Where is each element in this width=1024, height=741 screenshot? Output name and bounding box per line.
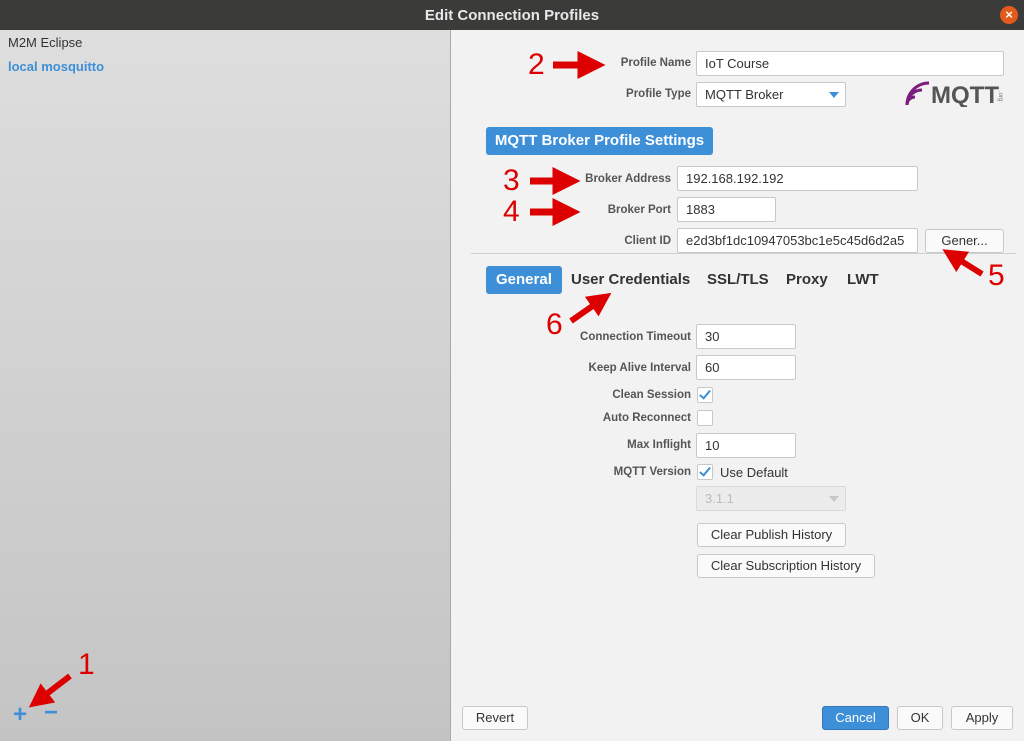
clean-session-label: Clean Session [612,389,691,401]
annotation-number-1: 1 [78,648,95,681]
tab-lwt[interactable]: LWT [847,266,879,294]
client-id-input[interactable]: e2d3bf1dc10947053bc1e5c45d6d2a5 [677,228,918,253]
chevron-down-icon [829,496,839,502]
tab-user-credentials[interactable]: User Credentials [571,266,690,294]
remove-profile-button[interactable]: − [44,701,58,725]
generate-client-id-button[interactable]: Gener... [925,229,1004,253]
apply-button[interactable]: Apply [951,706,1013,730]
clean-session-checkbox[interactable] [697,387,713,403]
broker-address-input[interactable]: 192.168.192.192 [677,166,918,191]
profile-name-label: Profile Name [620,57,691,69]
use-default-checkbox[interactable] [697,464,713,480]
keep-alive-label: Keep Alive Interval [588,362,691,374]
profile-type-select[interactable]: MQTT Broker [696,82,846,107]
broker-port-input[interactable]: 1883 [677,197,776,222]
profile-type-value: MQTT Broker [705,87,784,102]
connection-timeout-input[interactable]: 30 [696,324,796,349]
window-title: Edit Connection Profiles [424,7,600,24]
annotation-number-4: 4 [503,195,520,228]
clear-publish-history-button[interactable]: Clear Publish History [697,523,846,547]
use-default-label: Use Default [720,465,788,480]
close-window-button[interactable]: × [1000,6,1018,24]
add-profile-button[interactable]: + [13,703,27,727]
divider [471,253,1016,254]
annotation-number-6: 6 [546,308,563,341]
revert-button[interactable]: Revert [462,706,528,730]
auto-reconnect-checkbox[interactable] [697,410,713,426]
annotation-number-3: 3 [503,164,520,197]
tab-general[interactable]: General [486,266,562,294]
checkmark-icon [699,387,711,400]
profile-name-input[interactable]: IoT Course [696,51,1004,76]
ok-button[interactable]: OK [897,706,943,730]
annotation-number-2: 2 [528,48,545,81]
tab-proxy[interactable]: Proxy [786,266,828,294]
mqtt-logo-text: MQTT [931,82,999,107]
checkmark-icon [699,464,711,477]
mqtt-logo: MQTT .org [905,81,1003,107]
mqtt-version-select: 3.1.1 [696,486,846,511]
profile-type-label: Profile Type [626,88,691,100]
auto-reconnect-label: Auto Reconnect [602,412,691,424]
keep-alive-input[interactable]: 60 [696,355,796,380]
client-id-label: Client ID [624,235,671,247]
profile-list-item-m2m-eclipse[interactable]: M2M Eclipse [8,35,82,50]
broker-port-label: Broker Port [607,204,671,216]
clear-subscription-history-button[interactable]: Clear Subscription History [697,554,875,578]
annotation-number-5: 5 [988,259,1005,292]
broker-settings-header: MQTT Broker Profile Settings [486,127,713,155]
profile-list-pane: M2M Eclipse local mosquitto + − [0,30,451,741]
max-inflight-input[interactable]: 10 [696,433,796,458]
mqtt-version-value: 3.1.1 [705,491,734,506]
title-bar: Edit Connection Profiles × [0,0,1024,30]
cancel-button[interactable]: Cancel [822,706,889,730]
mqtt-version-label: MQTT Version [613,466,691,478]
profile-list-item-local-mosquitto[interactable]: local mosquitto [8,59,104,74]
tab-ssl-tls[interactable]: SSL/TLS [707,266,769,294]
broker-address-label: Broker Address [585,173,671,185]
chevron-down-icon [829,92,839,98]
mqtt-logo-subtext: .org [997,91,1003,101]
max-inflight-label: Max Inflight [627,439,691,451]
